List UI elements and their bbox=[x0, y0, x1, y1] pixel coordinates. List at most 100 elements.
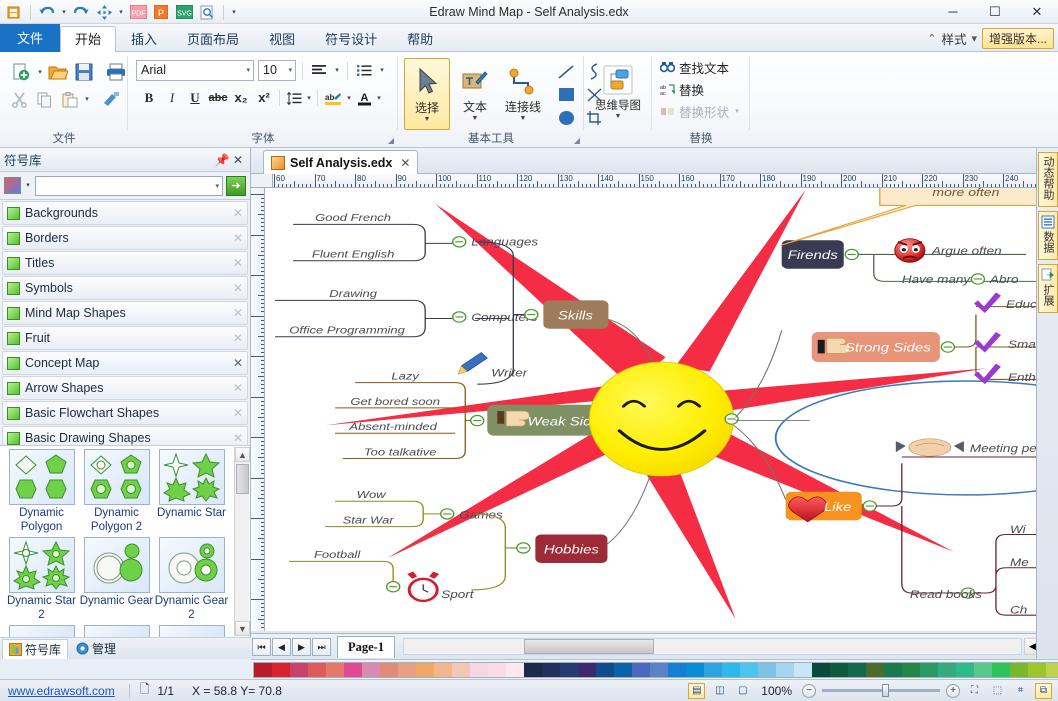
color-swatch[interactable] bbox=[524, 663, 542, 677]
connector-tool-button[interactable]: 连接线 ▼ bbox=[500, 58, 546, 130]
callout-more-often[interactable]: more often bbox=[782, 188, 1040, 245]
tab-help[interactable]: 帮助 bbox=[392, 26, 448, 52]
subscript-icon[interactable]: x₂ bbox=[230, 88, 252, 108]
color-swatch[interactable] bbox=[830, 663, 848, 677]
font-dialog-launcher[interactable]: ◢ bbox=[388, 136, 394, 145]
move-dropdown-icon[interactable]: ▾ bbox=[117, 3, 125, 22]
pin-icon[interactable]: 📌 bbox=[214, 153, 230, 167]
color-swatch[interactable] bbox=[920, 663, 938, 677]
right-tab-extension[interactable]: 扩展 bbox=[1038, 264, 1058, 313]
color-swatch[interactable] bbox=[560, 663, 578, 677]
color-swatch[interactable] bbox=[1010, 663, 1028, 677]
find-text-button[interactable]: 查找文本 bbox=[656, 57, 746, 78]
color-swatch[interactable] bbox=[452, 663, 470, 677]
library-item-basic-flowchart-shapes[interactable]: Basic Flowchart Shapes ✕ bbox=[2, 401, 248, 425]
connector-tool-dropdown-icon[interactable]: ▼ bbox=[520, 115, 527, 122]
library-close-icon[interactable]: ✕ bbox=[233, 306, 243, 320]
gallery-scroll-down-icon[interactable]: ▼ bbox=[235, 621, 250, 636]
gallery-scroll-up-icon[interactable]: ▲ bbox=[235, 447, 250, 462]
color-swatch[interactable] bbox=[794, 663, 812, 677]
shape-thumbnail-dynamic-polygon[interactable] bbox=[9, 449, 75, 505]
search-history-dropdown-icon[interactable]: ▾ bbox=[215, 177, 219, 196]
text-highlight-icon[interactable]: ab bbox=[322, 88, 344, 108]
zoom-slider[interactable] bbox=[822, 689, 940, 692]
font-family-combobox[interactable]: Arial ▾ bbox=[136, 60, 254, 81]
print-icon[interactable] bbox=[103, 60, 129, 84]
style-label[interactable]: 样式 bbox=[941, 29, 966, 48]
underline-icon[interactable]: U bbox=[184, 88, 206, 108]
website-link[interactable]: www.edrawsoft.com bbox=[0, 684, 123, 698]
left-tab-symbol-library[interactable]: 符号库 bbox=[2, 639, 68, 659]
library-chooser-icon[interactable] bbox=[4, 177, 21, 194]
color-swatch[interactable] bbox=[650, 663, 668, 677]
library-item-backgrounds[interactable]: Backgrounds ✕ bbox=[2, 201, 248, 225]
page-tab-page-1[interactable]: Page-1 bbox=[337, 636, 395, 658]
color-swatch[interactable] bbox=[866, 663, 884, 677]
font-size-dropdown-icon[interactable]: ▾ bbox=[288, 61, 292, 80]
replace-button[interactable]: abac 替换 bbox=[656, 79, 746, 100]
library-item-mind-map-shapes[interactable]: Mind Map Shapes ✕ bbox=[2, 301, 248, 325]
strikethrough-icon[interactable]: abc bbox=[207, 88, 229, 108]
new-document-icon[interactable] bbox=[8, 60, 34, 84]
tab-home[interactable]: 开始 bbox=[60, 26, 116, 52]
blue-ellipse-shape[interactable] bbox=[776, 381, 1040, 495]
italic-icon[interactable]: I bbox=[161, 88, 183, 108]
shape-thumbnail-dynamic-star-2[interactable] bbox=[9, 537, 75, 593]
color-swatch[interactable] bbox=[488, 663, 506, 677]
shape-thumbnail-dynamic-gear-2[interactable] bbox=[159, 537, 225, 593]
bullet-dropdown-icon[interactable]: ▾ bbox=[378, 61, 386, 80]
last-page-button[interactable]: ⏭ bbox=[312, 638, 331, 656]
paste-icon[interactable] bbox=[58, 88, 80, 110]
normal-view-button[interactable]: ▤ bbox=[688, 683, 705, 699]
layers-button[interactable]: ⧉ bbox=[1035, 683, 1052, 699]
replace-shape-button[interactable]: 替换形状 ▾ bbox=[656, 101, 746, 122]
rectangle-shape-icon[interactable] bbox=[552, 83, 580, 106]
export-pdf-icon[interactable]: PDF bbox=[128, 3, 148, 22]
copy-icon[interactable] bbox=[33, 88, 55, 110]
print-preview-icon[interactable] bbox=[197, 3, 217, 22]
first-page-button[interactable]: ⏮ bbox=[252, 638, 271, 656]
page-view-button[interactable]: ◫ bbox=[711, 683, 728, 699]
shape-thumbnail-dynamic-star[interactable] bbox=[159, 449, 225, 505]
color-swatch[interactable] bbox=[1028, 663, 1046, 677]
ellipse-shape-icon[interactable] bbox=[552, 106, 580, 129]
color-swatch[interactable] bbox=[416, 663, 434, 677]
color-swatch[interactable] bbox=[740, 663, 758, 677]
library-close-icon[interactable]: ✕ bbox=[233, 281, 243, 295]
close-button[interactable]: ✕ bbox=[1016, 0, 1058, 24]
highlight-dropdown-icon[interactable]: ▾ bbox=[345, 89, 353, 108]
color-swatch[interactable] bbox=[380, 663, 398, 677]
color-swatch[interactable] bbox=[776, 663, 794, 677]
zoom-in-button[interactable]: + bbox=[946, 684, 960, 698]
left-tab-manage[interactable]: 管理 bbox=[70, 639, 122, 659]
color-swatch[interactable] bbox=[938, 663, 956, 677]
tab-file[interactable]: 文件 bbox=[0, 24, 60, 52]
color-swatch[interactable] bbox=[668, 663, 686, 677]
font-color-icon[interactable]: A bbox=[354, 88, 374, 108]
zoom-out-button[interactable]: − bbox=[802, 684, 816, 698]
color-swatch[interactable] bbox=[596, 663, 614, 677]
zoom-slider-knob[interactable] bbox=[882, 684, 889, 697]
text-tool-dropdown-icon[interactable]: ▼ bbox=[472, 115, 479, 122]
color-swatch[interactable] bbox=[398, 663, 416, 677]
color-swatch[interactable] bbox=[254, 663, 272, 677]
basic-tools-dialog-launcher[interactable]: ◢ bbox=[574, 136, 580, 145]
minimize-button[interactable]: ─ bbox=[932, 0, 974, 24]
color-swatch[interactable] bbox=[758, 663, 776, 677]
shape-thumbnail-partial-2[interactable] bbox=[84, 625, 150, 637]
close-panel-icon[interactable]: ✕ bbox=[230, 153, 246, 167]
color-swatch[interactable] bbox=[848, 663, 866, 677]
library-close-icon[interactable]: ✕ bbox=[233, 406, 243, 420]
search-input[interactable]: ▾ bbox=[35, 176, 223, 196]
color-swatch[interactable] bbox=[362, 663, 380, 677]
gallery-scroll-thumb[interactable] bbox=[236, 464, 249, 494]
align-dropdown-icon[interactable]: ▾ bbox=[333, 61, 341, 80]
font-family-dropdown-icon[interactable]: ▾ bbox=[246, 61, 250, 80]
library-item-arrow-shapes[interactable]: Arrow Shapes ✕ bbox=[2, 376, 248, 400]
cut-icon[interactable] bbox=[8, 88, 30, 110]
maximize-button[interactable]: ☐ bbox=[974, 0, 1016, 24]
color-swatch[interactable] bbox=[326, 663, 344, 677]
bullet-list-icon[interactable] bbox=[354, 61, 374, 81]
color-swatch[interactable] bbox=[578, 663, 596, 677]
color-swatch[interactable] bbox=[812, 663, 830, 677]
